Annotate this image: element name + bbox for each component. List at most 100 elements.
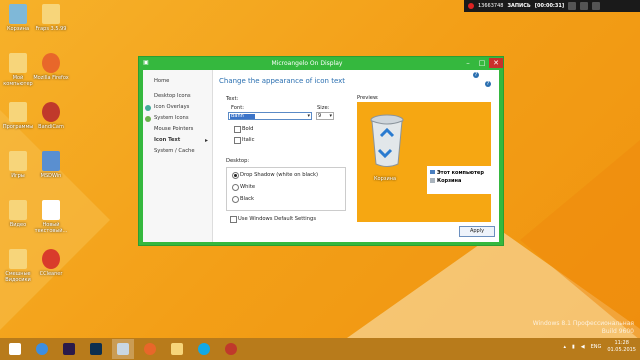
window-client: Home Desktop Icons Icon Overlays System … (143, 70, 499, 242)
sidebar-item-mouse-pointers[interactable]: Mouse Pointers (143, 124, 212, 135)
desktop-icon-label: MSDWin (40, 173, 62, 179)
watermark-build: Build 9600 (601, 328, 634, 335)
sidebar-item-icon-text[interactable]: Icon Text ▸ (143, 135, 212, 146)
desktop-icon[interactable]: CCleaner (31, 249, 71, 277)
clock-date: 01.05.2015 (607, 347, 636, 353)
record-dot-icon (468, 3, 474, 9)
ccleaner-icon (42, 249, 60, 269)
help-icon-secondary[interactable]: ? (485, 81, 491, 87)
default-settings-checkbox[interactable] (230, 216, 237, 223)
bg-shape-right (520, 140, 640, 338)
skype-icon (198, 343, 210, 355)
radio-black[interactable] (232, 196, 239, 203)
folder-icon (42, 4, 60, 24)
size-value: 9 (318, 113, 322, 119)
desktop-icon[interactable]: Новый текстовый... (31, 200, 71, 234)
radio-black-label: Black (240, 196, 255, 202)
firefox-icon (144, 343, 156, 355)
tray-arrow-icon[interactable]: ▴ (563, 344, 566, 350)
overlay-icon (145, 105, 151, 111)
close-button[interactable]: ✕ (489, 58, 503, 68)
premiere-icon (63, 343, 75, 355)
taskbar-button[interactable] (4, 339, 26, 359)
folder-icon (171, 343, 183, 355)
preview-list-box: Этот компьютер Корзина (427, 166, 491, 194)
firefox-icon (42, 53, 60, 73)
desktop-section-label: Desktop: (226, 158, 250, 164)
sidebar-item-system-icons[interactable]: System Icons (143, 113, 212, 124)
microangelo-window: ▣ Microangelo On Display – □ ✕ Home Desk… (138, 56, 504, 246)
window-titlebar[interactable]: ▣ Microangelo On Display – □ ✕ (139, 57, 503, 69)
desktop-icon[interactable]: BandiCam (31, 102, 71, 130)
clock[interactable]: 11:28 01.05.2015 (607, 340, 636, 354)
taskbar-button[interactable] (112, 339, 134, 359)
taskbar-button[interactable] (193, 339, 215, 359)
font-select[interactable]: Bahn ▾ (228, 112, 312, 120)
windows-start-icon (9, 343, 21, 355)
radio-drop-shadow[interactable] (232, 172, 239, 179)
taskbar-button[interactable] (85, 339, 107, 359)
italic-checkbox[interactable] (234, 137, 241, 144)
recycle-bin-icon (370, 114, 404, 167)
system-icon (145, 116, 151, 122)
taskbar: ▴ ▮ ◀ ENG 11:28 01.05.2015 (0, 338, 640, 360)
recorder-bar: 13663748 ЗАПИСЬ [00:00:31] (464, 0, 640, 12)
sidebar-item-label: Icon Text (154, 137, 181, 143)
apply-button[interactable]: Apply (459, 226, 495, 237)
recycle-bin-icon (430, 178, 435, 183)
sidebar-item-icon-overlays[interactable]: Icon Overlays (143, 102, 212, 113)
desktop-icon-label: Новый текстовый... (34, 222, 68, 234)
computer-icon (9, 53, 27, 73)
desktop-icon-label: CCleaner (39, 271, 63, 277)
maximize-button[interactable]: □ (475, 58, 489, 68)
recorder-fps: 13663748 (478, 3, 504, 9)
recorder-menu-button[interactable] (592, 2, 601, 10)
preview-bin-label: Корзина (374, 176, 397, 182)
recorder-status: ЗАПИСЬ (507, 3, 531, 9)
desktop-icon[interactable]: MSDWin (31, 151, 71, 179)
desktop-icon-label: Mozilla Firefox (33, 75, 69, 81)
sidebar-item-label: Mouse Pointers (154, 126, 194, 132)
desktop-icon[interactable]: Mozilla Firefox (31, 53, 71, 81)
bandicam-icon (42, 102, 60, 122)
main-panel: ? ? Change the appearance of icon text T… (217, 70, 499, 242)
sidebar-item-label: System / Cache (154, 148, 195, 154)
recorder-pause-button[interactable] (568, 2, 577, 10)
sidebar-item-label: Icon Overlays (154, 104, 190, 110)
sidebar-item-label: System Icons (154, 115, 189, 121)
desktop-icon[interactable]: Fraps 3.5.99 (31, 4, 71, 32)
sidebar-item-desktop-icons[interactable]: Desktop Icons (143, 91, 212, 102)
volume-icon[interactable]: ◀ (581, 344, 585, 350)
taskbar-button[interactable] (31, 339, 53, 359)
text-section-label: Text: (226, 96, 239, 102)
sidebar-item-system-cache[interactable]: System / Cache (143, 146, 212, 157)
ie-icon (36, 343, 48, 355)
recycle-bin-icon (9, 4, 27, 24)
photoshop-icon (90, 343, 102, 355)
folder-icon (9, 151, 27, 171)
size-label: Size: (317, 105, 330, 111)
network-icon[interactable]: ▮ (572, 344, 575, 350)
taskbar-button[interactable] (220, 339, 242, 359)
bandicam-icon (225, 343, 237, 355)
help-icon[interactable]: ? (473, 72, 479, 78)
chevron-down-icon: ▾ (329, 113, 332, 119)
taskbar-button[interactable] (166, 339, 188, 359)
microangelo-icon (117, 343, 129, 355)
language-indicator[interactable]: ENG (591, 344, 602, 350)
folder-icon (9, 200, 27, 220)
taskbar-button[interactable] (139, 339, 161, 359)
page-title: Change the appearance of icon text (219, 77, 346, 85)
sidebar-item-label: Desktop Icons (154, 93, 191, 99)
minimize-button[interactable]: – (461, 58, 475, 68)
radio-white[interactable] (232, 184, 239, 191)
bold-checkbox[interactable] (234, 126, 241, 133)
preview-list-item-bin: Корзина (437, 178, 462, 184)
taskbar-apps (0, 339, 247, 359)
taskbar-button[interactable] (58, 339, 80, 359)
size-select[interactable]: 9 ▾ (316, 112, 334, 120)
recorder-stop-button[interactable] (580, 2, 589, 10)
default-settings-label: Use Windows Default Settings (238, 216, 317, 222)
bold-label: Bold (242, 126, 254, 132)
sidebar-item-home[interactable]: Home (143, 76, 212, 87)
